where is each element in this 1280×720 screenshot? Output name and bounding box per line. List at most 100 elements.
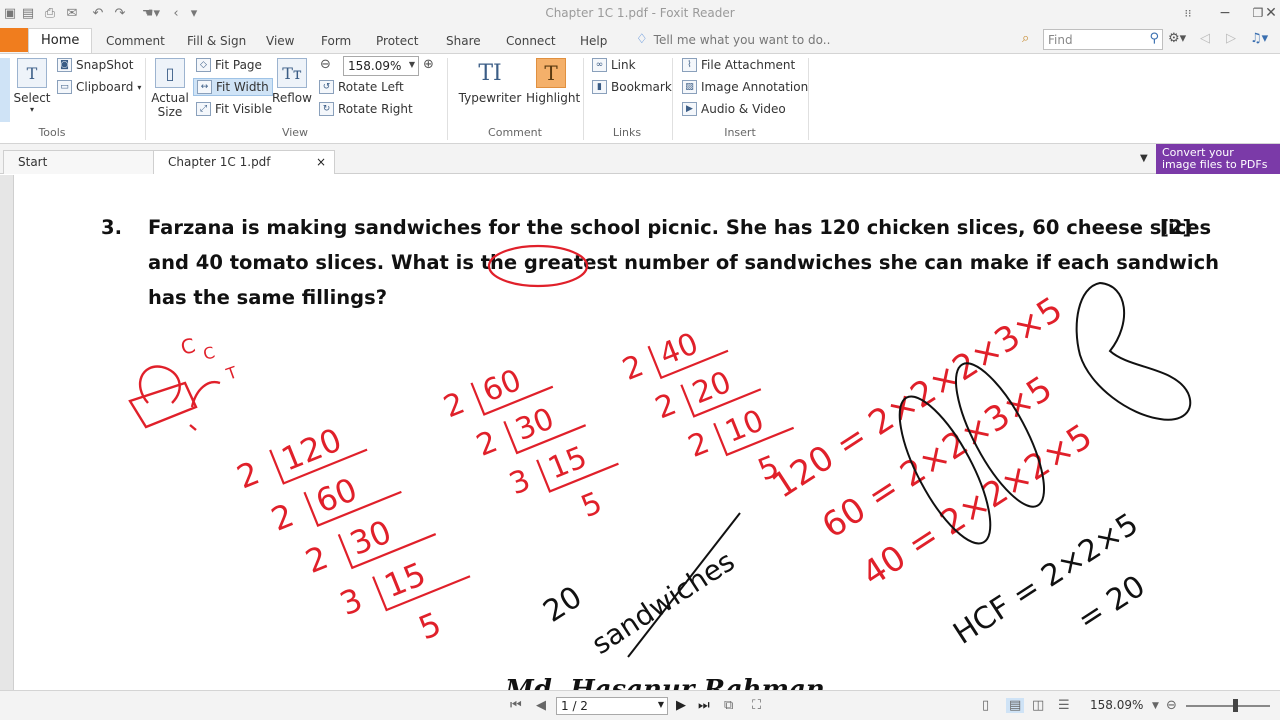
zoom-slider-handle[interactable] (1233, 699, 1238, 712)
snapshot-button[interactable]: ◙ SnapShot (57, 58, 133, 72)
camera-icon: ◙ (57, 58, 72, 72)
separator (583, 58, 584, 140)
zoom-select[interactable]: 158.09% ▼ (343, 56, 419, 76)
chevron-down-icon[interactable]: ▼ (1152, 701, 1159, 711)
close-tab-icon[interactable]: × (316, 151, 326, 173)
reflow-button[interactable]: Tт Reflow (272, 58, 312, 105)
single-page-icon[interactable]: ▯ (982, 698, 989, 713)
chevron-down-icon: ▾ (29, 105, 34, 114)
clipboard-button[interactable]: ▭ Clipboard ▾ (57, 80, 141, 94)
first-page-icon[interactable]: ⏮ (510, 698, 522, 713)
convert-ad-banner[interactable]: Convert your image files to PDFs (1156, 144, 1280, 174)
tab-form[interactable]: Form (317, 30, 355, 54)
tab-list-icon[interactable]: ▼ (1140, 153, 1148, 164)
page-number-input[interactable]: 1 / 2 ▼ (556, 697, 668, 715)
typewriter-icon: TI (478, 60, 502, 86)
separator (145, 58, 146, 140)
div120-n5: 5 (413, 605, 446, 648)
ribbon: T Select ▾ ◙ SnapShot ▭ Clipboard ▾ Tool… (0, 54, 1280, 144)
continuous-facing-icon[interactable]: ☰ (1058, 698, 1070, 713)
factorization-equations: 120 = 2×2×2×3×5 60 = 2×2×3×5 40 = 2×2×2×… (765, 289, 1099, 594)
tab-document[interactable]: Chapter 1C 1.pdf × (153, 150, 335, 174)
image-annotation-button[interactable]: ▨ Image Annotation (682, 80, 808, 94)
tab-help[interactable]: Help (576, 30, 611, 54)
zoom-slider[interactable] (1186, 705, 1270, 707)
gear-icon[interactable]: ⚙▾ (1168, 31, 1186, 46)
insert-group-label: Insert (724, 126, 756, 139)
highlight-button[interactable]: T Highlight (526, 58, 580, 105)
file-attachment-label: File Attachment (701, 58, 796, 72)
tab-start[interactable]: Start (3, 150, 155, 174)
find-options-icon[interactable]: ⌕ (1022, 31, 1029, 46)
notification-icon[interactable]: ♫▾ (1250, 31, 1268, 46)
last-page-icon[interactable]: ⏭ (698, 698, 710, 713)
facing-page-icon[interactable]: ◫ (1032, 698, 1044, 713)
fit-visible-icon: ⤢ (196, 102, 211, 116)
chevron-down-icon: ▾ (137, 82, 142, 92)
prev-page-icon[interactable]: ◀ (536, 698, 546, 713)
rotate-left-button[interactable]: ↺ Rotate Left (319, 80, 404, 94)
find-input[interactable]: Find ⚲ (1043, 29, 1163, 50)
prev-result-icon[interactable]: ◁ (1200, 31, 1210, 46)
zoom-value: 158.09% (348, 59, 402, 73)
ribbon-tab-row: Home Comment Fill & Sign View Form Prote… (0, 26, 1280, 54)
bookmark-button[interactable]: ▮ Bookmark (592, 80, 672, 94)
search-icon[interactable]: ⚲ (1149, 31, 1159, 46)
link-icon: ∞ (592, 58, 607, 72)
separator (672, 58, 673, 140)
zoom-in-icon[interactable]: ⊕ (423, 57, 434, 72)
link-button[interactable]: ∞ Link (592, 58, 636, 72)
greatest-circle (487, 244, 589, 288)
image-icon: ▨ (682, 80, 697, 94)
link-label: Link (611, 58, 636, 72)
tab-view[interactable]: View (262, 30, 298, 54)
fit-width-button[interactable]: ↔ Fit Width (193, 78, 273, 96)
div120-n1: 120 (276, 420, 347, 478)
venn-sketch (128, 365, 221, 431)
zoom-out-icon[interactable]: ⊖ (1166, 698, 1177, 713)
fit-visible-button[interactable]: ⤢ Fit Visible (196, 102, 272, 116)
fit-visible-label: Fit Visible (215, 102, 273, 116)
typewriter-button[interactable]: TI Typewriter (458, 58, 522, 106)
actual-size-label: Actual (151, 91, 189, 105)
title-bar: ▣ ▤ ⎙ ✉ ↶ ↷ ☚▾ ‹ ▾ Chapter 1C 1.pdf - Fo… (0, 0, 1280, 26)
tab-share[interactable]: Share (442, 30, 485, 54)
snapshot-label: SnapShot (76, 58, 134, 72)
fit-page-button[interactable]: ◇ Fit Page (196, 58, 262, 72)
tab-file[interactable] (0, 28, 28, 52)
file-attachment-button[interactable]: ⌇ File Attachment (682, 58, 795, 72)
tab-fill-sign[interactable]: Fill & Sign (183, 30, 250, 54)
tools-group-label: Tools (38, 126, 66, 139)
zoom-percentage: 158.09% (1090, 698, 1144, 712)
reflow-icon: Tт (277, 58, 307, 88)
fit-page-label: Fit Page (215, 58, 262, 72)
document-view[interactable]: 3. Farzana is making sandwiches for the … (0, 175, 1280, 690)
tell-me-box[interactable]: ♢ Tell me what you want to do.. (636, 32, 830, 47)
close-button[interactable]: ✕ (1261, 0, 1280, 26)
tab-start-label: Start (18, 155, 48, 169)
tab-protect[interactable]: Protect (372, 30, 422, 54)
next-page-icon[interactable]: ▶ (676, 698, 686, 713)
tab-connect[interactable]: Connect (502, 30, 560, 54)
ribbon-options-icon[interactable]: ⁝⁝ (1168, 0, 1208, 26)
div120-n3: 30 (345, 512, 397, 562)
tab-comment[interactable]: Comment (102, 30, 169, 54)
bookmark-icon: ▮ (592, 80, 607, 94)
fullscreen-icon[interactable]: ⛶ (752, 698, 761, 713)
div120-d1: 2 (232, 454, 265, 497)
zoom-out-icon[interactable]: ⊖ (320, 57, 331, 72)
rotate-right-button[interactable]: ↻ Rotate Right (319, 102, 413, 116)
tab-home[interactable]: Home (28, 28, 93, 53)
status-bar: ⏮ ◀ 1 / 2 ▼ ▶ ⏭ ⧉ ⛶ ▯ ▤ ◫ ☰ 158.09% ▼ ⊖ (0, 690, 1280, 720)
venn-label-c1: C (178, 333, 198, 360)
actual-size-button[interactable]: ▯ Actual Size (150, 58, 190, 119)
audio-video-button[interactable]: ▶ Audio & Video (682, 102, 786, 116)
select-button[interactable]: T Select ▾ (13, 58, 51, 114)
next-result-icon[interactable]: ▷ (1226, 31, 1236, 46)
audio-video-label: Audio & Video (701, 102, 786, 116)
hand-tool-button[interactable] (0, 58, 10, 122)
div40-n2: 20 (688, 365, 737, 412)
select-label: Select (13, 91, 51, 105)
copy-page-icon[interactable]: ⧉ (724, 698, 733, 713)
continuous-page-icon[interactable]: ▤ (1006, 698, 1025, 713)
